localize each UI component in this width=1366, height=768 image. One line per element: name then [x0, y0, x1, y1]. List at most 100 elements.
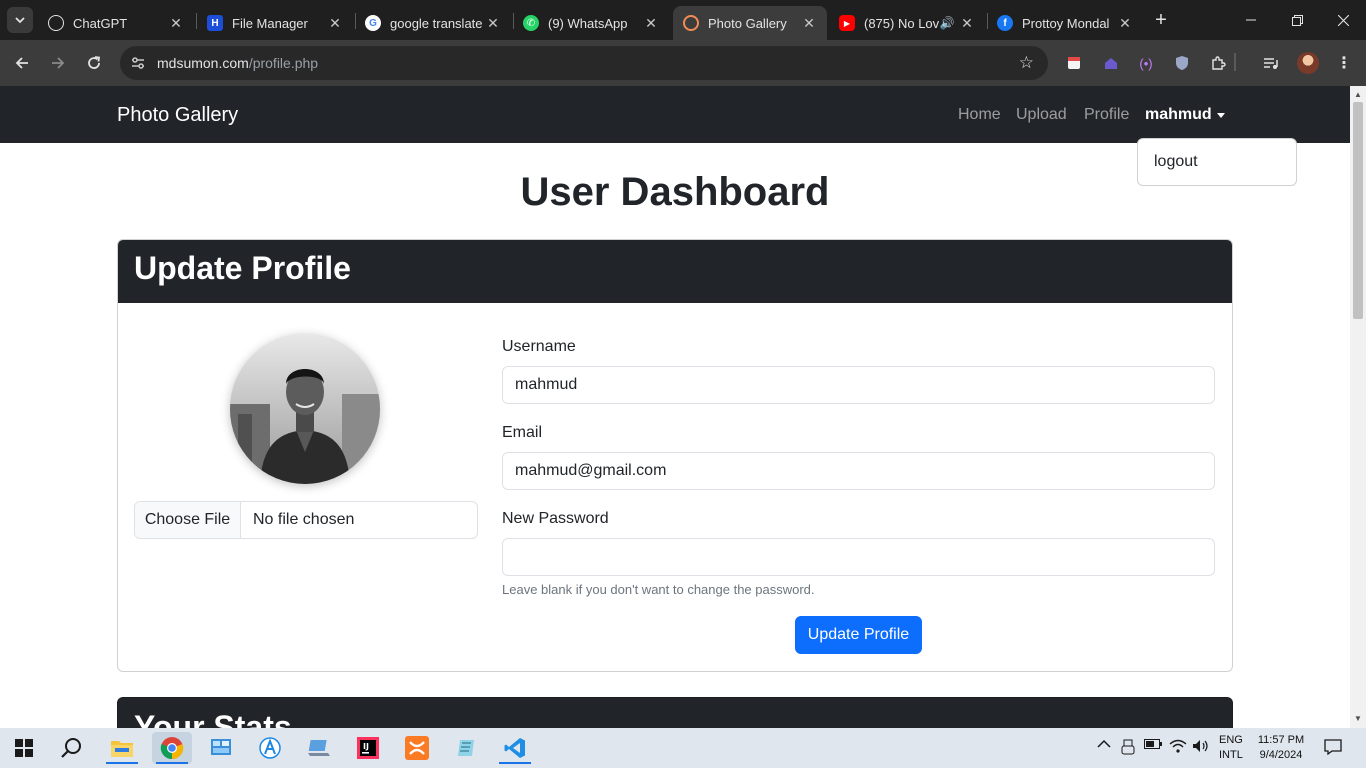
- tray-usb-icon[interactable]: [1121, 739, 1135, 755]
- system-clock[interactable]: 11:57 PM 9/4/2024: [1256, 733, 1306, 763]
- windows-logo-icon: [15, 739, 33, 757]
- extension-shield-icon[interactable]: [1172, 53, 1192, 73]
- tab-whatsapp[interactable]: ✆ (9) WhatsApp ✕: [513, 6, 669, 40]
- notepad-icon: [458, 740, 474, 756]
- password-hint: Leave blank if you don't want to change …: [502, 582, 815, 597]
- tab-facebook[interactable]: f Prottoy Mondal ✕: [987, 6, 1143, 40]
- tray-battery-icon[interactable]: [1144, 739, 1162, 749]
- extension-notes-icon[interactable]: [1064, 53, 1084, 73]
- browser-profile-avatar[interactable]: [1297, 52, 1319, 74]
- start-button[interactable]: [4, 732, 44, 764]
- card-title: Update Profile: [134, 250, 351, 286]
- stats-card: Your Stats: [117, 697, 1233, 728]
- taskbar-vscode[interactable]: [495, 732, 535, 764]
- new-tab-button[interactable]: +: [1150, 9, 1172, 31]
- search-button[interactable]: [52, 732, 92, 764]
- stats-card-title: Your Stats: [134, 709, 292, 728]
- scroll-down-icon[interactable]: ▼: [1354, 714, 1362, 723]
- speaker-icon[interactable]: 🔊: [939, 15, 955, 31]
- close-tab-icon[interactable]: ✕: [959, 15, 975, 31]
- email-input[interactable]: mahmud@gmail.com: [502, 452, 1215, 490]
- new-password-label: New Password: [502, 510, 609, 527]
- new-password-input[interactable]: [502, 538, 1215, 576]
- folder-icon: [111, 741, 133, 757]
- browser-menu-icon[interactable]: ⋮: [1334, 53, 1354, 73]
- logout-menu-item[interactable]: logout: [1154, 153, 1198, 171]
- card-header: Update Profile: [118, 240, 1232, 303]
- close-tab-icon[interactable]: ✕: [643, 15, 659, 31]
- extensions-puzzle-icon[interactable]: [1208, 53, 1228, 73]
- media-control-icon[interactable]: [1261, 53, 1281, 73]
- tab-file-manager[interactable]: H File Manager ✕: [197, 6, 353, 40]
- username-label: Username: [502, 338, 576, 355]
- extension-home-icon[interactable]: [1101, 53, 1121, 73]
- scroll-up-icon[interactable]: ▲: [1354, 90, 1362, 99]
- extension-radio-icon[interactable]: (•): [1136, 53, 1156, 73]
- back-arrow-icon: [15, 57, 28, 69]
- taskbar-xampp[interactable]: [397, 732, 437, 764]
- email-label: Email: [502, 424, 543, 441]
- taskbar-laptop-app[interactable]: [299, 732, 339, 764]
- profile-image-file-input[interactable]: Choose File No file chosen: [134, 501, 478, 539]
- taskbar-intellij[interactable]: IJ: [348, 732, 388, 764]
- forward-arrow-icon: [52, 57, 65, 69]
- input-language-indicator[interactable]: ENG INTL: [1219, 733, 1243, 763]
- xampp-icon: [405, 736, 429, 760]
- search-icon: [61, 738, 81, 758]
- restore-button[interactable]: [1274, 0, 1320, 40]
- navbar-brand[interactable]: Photo Gallery: [117, 104, 238, 127]
- close-tab-icon[interactable]: ✕: [1117, 15, 1133, 31]
- page-viewport: Photo Gallery Home Upload Profile mahmud…: [0, 86, 1350, 728]
- laptop-icon: [308, 740, 330, 756]
- tab-youtube[interactable]: ▶ (875) No Lov 🔊 ✕: [829, 6, 985, 40]
- notifications-icon[interactable]: [1324, 739, 1342, 755]
- tray-wifi-icon[interactable]: [1169, 739, 1187, 753]
- photo-gallery-icon: [683, 15, 699, 31]
- minimize-icon: [1246, 19, 1256, 21]
- nav-link-profile[interactable]: Profile: [1084, 106, 1129, 124]
- chatgpt-icon: [48, 15, 64, 31]
- close-tab-icon[interactable]: ✕: [801, 15, 817, 31]
- tab-search-button[interactable]: [7, 7, 33, 33]
- windows-taskbar: IJ ENG INTL 11:57 PM 9/4/2024: [0, 728, 1366, 768]
- taskbar-notepad-app[interactable]: [446, 732, 486, 764]
- site-settings-icon[interactable]: [130, 55, 146, 71]
- taskbar-app-a[interactable]: [250, 732, 290, 764]
- update-profile-button[interactable]: Update Profile: [795, 616, 922, 654]
- youtube-icon: ▶: [839, 15, 855, 31]
- taskbar-control-panel[interactable]: [201, 732, 241, 764]
- close-icon: [1337, 14, 1349, 26]
- reload-button[interactable]: [81, 50, 107, 76]
- taskbar-chrome[interactable]: [152, 732, 192, 764]
- tab-google-translate[interactable]: G google translate ✕: [355, 6, 511, 40]
- tab-photo-gallery[interactable]: Photo Gallery ✕: [673, 6, 827, 40]
- page-title: User Dashboard: [520, 170, 830, 214]
- page-scrollbar[interactable]: ▲ ▼: [1350, 86, 1366, 728]
- bookmark-star-icon[interactable]: ☆: [1019, 53, 1034, 73]
- close-tab-icon[interactable]: ✕: [485, 15, 501, 31]
- toolbar-divider: [1234, 53, 1236, 71]
- tab-chatgpt[interactable]: ChatGPT ✕: [38, 6, 194, 40]
- intellij-icon: IJ: [357, 737, 379, 759]
- user-dropdown-toggle[interactable]: mahmud: [1145, 106, 1212, 124]
- nav-link-home[interactable]: Home: [958, 106, 1001, 124]
- google-icon: G: [365, 15, 381, 31]
- close-window-button[interactable]: [1320, 0, 1366, 40]
- tray-chevron-up-icon[interactable]: [1097, 739, 1111, 749]
- site-navbar: Photo Gallery Home Upload Profile mahmud: [0, 86, 1350, 143]
- close-tab-icon[interactable]: ✕: [168, 15, 184, 31]
- nav-link-upload[interactable]: Upload: [1016, 106, 1067, 124]
- caret-down-icon[interactable]: [1217, 113, 1225, 118]
- scrollbar-thumb[interactable]: [1353, 102, 1363, 319]
- username-input[interactable]: mahmud: [502, 366, 1215, 404]
- back-button[interactable]: [9, 50, 35, 76]
- tray-volume-icon[interactable]: [1192, 739, 1210, 753]
- close-tab-icon[interactable]: ✕: [327, 15, 343, 31]
- minimize-button[interactable]: [1228, 0, 1274, 40]
- taskbar-file-explorer[interactable]: [102, 732, 142, 764]
- url-text[interactable]: mdsumon.com/profile.php: [157, 55, 318, 71]
- address-bar[interactable]: mdsumon.com/profile.php ☆: [120, 46, 1048, 80]
- choose-file-button[interactable]: Choose File: [135, 502, 241, 538]
- svg-text:IJ: IJ: [363, 742, 369, 751]
- forward-button[interactable]: [45, 50, 71, 76]
